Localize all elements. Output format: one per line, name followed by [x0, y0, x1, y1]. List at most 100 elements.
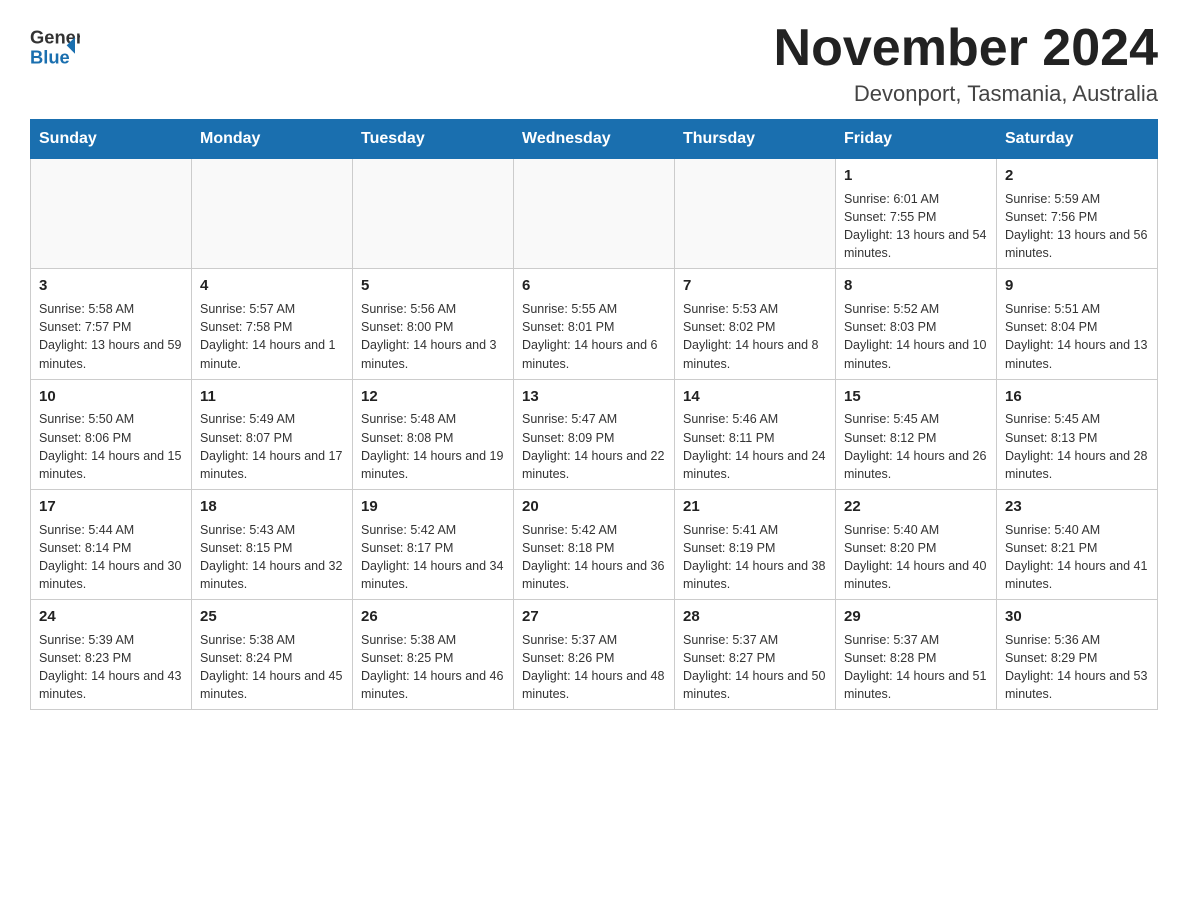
day-number: 12: [361, 386, 505, 408]
calendar-cell: 28Sunrise: 5:37 AMSunset: 8:27 PMDayligh…: [675, 600, 836, 710]
sunset-text: Sunset: 8:28 PM: [844, 649, 988, 667]
sunrise-text: Sunrise: 5:42 AM: [522, 521, 666, 539]
calendar-cell: 30Sunrise: 5:36 AMSunset: 8:29 PMDayligh…: [997, 600, 1158, 710]
sunset-text: Sunset: 8:23 PM: [39, 649, 183, 667]
calendar-cell: 25 Sunrise: 5:38 AMSunset: 8:24 PMDayligh…: [192, 600, 353, 710]
day-number: 25: [200, 606, 344, 628]
day-number: 23: [1005, 496, 1149, 518]
calendar-cell: 29Sunrise: 5:37 AMSunset: 8:28 PMDayligh…: [836, 600, 997, 710]
weekday-header-wednesday: Wednesday: [514, 120, 675, 159]
daylight-text: Daylight: 14 hours and 48 minutes.: [522, 667, 666, 703]
weekday-header-monday: Monday: [192, 120, 353, 159]
day-number: 9: [1005, 275, 1149, 297]
calendar-cell: 1Sunrise: 6:01 AMSunset: 7:55 PMDaylight…: [836, 159, 997, 269]
day-number: 7: [683, 275, 827, 297]
calendar-table: SundayMondayTuesdayWednesdayThursdayFrid…: [30, 119, 1158, 710]
logo-icon: General Blue: [30, 20, 80, 75]
sunrise-text: Sunrise: 5:58 AM: [39, 300, 183, 318]
day-number: 4: [200, 275, 344, 297]
sunrise-text: Sunrise: 5:45 AM: [1005, 410, 1149, 428]
day-number: 28: [683, 606, 827, 628]
daylight-text: Daylight: 14 hours and 34 minutes.: [361, 557, 505, 593]
calendar-cell: 13Sunrise: 5:47 AMSunset: 8:09 PMDayligh…: [514, 379, 675, 489]
day-number: 29: [844, 606, 988, 628]
sunrise-text: Sunrise: 5:47 AM: [522, 410, 666, 428]
day-number: 11: [200, 386, 344, 408]
daylight-text: Daylight: 14 hours and 45 minutes.: [200, 667, 344, 703]
weekday-header-saturday: Saturday: [997, 120, 1158, 159]
daylight-text: Daylight: 14 hours and 22 minutes.: [522, 447, 666, 483]
daylight-text: Daylight: 14 hours and 41 minutes.: [1005, 557, 1149, 593]
day-number: 13: [522, 386, 666, 408]
sunrise-text: Sunrise: 5:40 AM: [844, 521, 988, 539]
calendar-week-row: 3Sunrise: 5:58 AMSunset: 7:57 PMDaylight…: [31, 269, 1158, 379]
daylight-text: Daylight: 14 hours and 1 minute.: [200, 336, 344, 372]
sunset-text: Sunset: 8:29 PM: [1005, 649, 1149, 667]
weekday-header-row: SundayMondayTuesdayWednesdayThursdayFrid…: [31, 120, 1158, 159]
sunrise-text: Sunrise: 5:36 AM: [1005, 631, 1149, 649]
calendar-week-row: 1Sunrise: 6:01 AMSunset: 7:55 PMDaylight…: [31, 159, 1158, 269]
calendar-cell: 15Sunrise: 5:45 AMSunset: 8:12 PMDayligh…: [836, 379, 997, 489]
sunset-text: Sunset: 8:01 PM: [522, 318, 666, 336]
sunrise-text: Sunrise: 5:49 AM: [200, 410, 344, 428]
daylight-text: Daylight: 14 hours and 43 minutes.: [39, 667, 183, 703]
sunrise-text: Sunrise: 5:38 AM: [361, 631, 505, 649]
title-area: November 2024 Devonport, Tasmania, Austr…: [774, 20, 1158, 107]
sunset-text: Sunset: 8:17 PM: [361, 539, 505, 557]
sunrise-text: Sunrise: 5:40 AM: [1005, 521, 1149, 539]
sunset-text: Sunset: 8:26 PM: [522, 649, 666, 667]
calendar-cell: 18Sunrise: 5:43 AMSunset: 8:15 PMDayligh…: [192, 489, 353, 599]
sunset-text: Sunset: 8:13 PM: [1005, 429, 1149, 447]
daylight-text: Daylight: 14 hours and 6 minutes.: [522, 336, 666, 372]
day-number: 27: [522, 606, 666, 628]
day-number: 6: [522, 275, 666, 297]
daylight-text: Daylight: 14 hours and 51 minutes.: [844, 667, 988, 703]
calendar-cell: 3Sunrise: 5:58 AMSunset: 7:57 PMDaylight…: [31, 269, 192, 379]
sunrise-text: Sunrise: 5:55 AM: [522, 300, 666, 318]
weekday-header-thursday: Thursday: [675, 120, 836, 159]
sunrise-text: Sunrise: 5:43 AM: [200, 521, 344, 539]
daylight-text: Daylight: 14 hours and 17 minutes.: [200, 447, 344, 483]
sunrise-text: Sunrise: 5:39 AM: [39, 631, 183, 649]
daylight-text: Daylight: 14 hours and 36 minutes.: [522, 557, 666, 593]
sunrise-text: Sunrise: 5:44 AM: [39, 521, 183, 539]
sunrise-text: Sunrise: 5:53 AM: [683, 300, 827, 318]
calendar-cell: 9Sunrise: 5:51 AMSunset: 8:04 PMDaylight…: [997, 269, 1158, 379]
calendar-week-row: 17Sunrise: 5:44 AMSunset: 8:14 PMDayligh…: [31, 489, 1158, 599]
day-number: 22: [844, 496, 988, 518]
page-header: General Blue November 2024 Devonport, Ta…: [30, 20, 1158, 107]
sunrise-text: Sunrise: 5:38 AM: [200, 631, 344, 649]
calendar-cell: 27Sunrise: 5:37 AMSunset: 8:26 PMDayligh…: [514, 600, 675, 710]
daylight-text: Daylight: 14 hours and 50 minutes.: [683, 667, 827, 703]
calendar-cell: 26Sunrise: 5:38 AMSunset: 8:25 PMDayligh…: [353, 600, 514, 710]
daylight-text: Daylight: 14 hours and 13 minutes.: [1005, 336, 1149, 372]
day-number: 10: [39, 386, 183, 408]
sunset-text: Sunset: 8:12 PM: [844, 429, 988, 447]
daylight-text: Daylight: 14 hours and 30 minutes.: [39, 557, 183, 593]
calendar-cell: 8Sunrise: 5:52 AMSunset: 8:03 PMDaylight…: [836, 269, 997, 379]
svg-text:Blue: Blue: [30, 47, 70, 68]
weekday-header-friday: Friday: [836, 120, 997, 159]
sunset-text: Sunset: 8:11 PM: [683, 429, 827, 447]
calendar-cell: 17Sunrise: 5:44 AMSunset: 8:14 PMDayligh…: [31, 489, 192, 599]
calendar-cell: [31, 159, 192, 269]
sunset-text: Sunset: 8:18 PM: [522, 539, 666, 557]
sunrise-text: Sunrise: 5:48 AM: [361, 410, 505, 428]
sunset-text: Sunset: 8:27 PM: [683, 649, 827, 667]
calendar-cell: [675, 159, 836, 269]
sunrise-text: Sunrise: 5:46 AM: [683, 410, 827, 428]
calendar-cell: 24Sunrise: 5:39 AMSunset: 8:23 PMDayligh…: [31, 600, 192, 710]
sunrise-text: Sunrise: 5:50 AM: [39, 410, 183, 428]
calendar-cell: 2Sunrise: 5:59 AMSunset: 7:56 PMDaylight…: [997, 159, 1158, 269]
calendar-week-row: 10Sunrise: 5:50 AMSunset: 8:06 PMDayligh…: [31, 379, 1158, 489]
day-number: 2: [1005, 165, 1149, 187]
day-number: 26: [361, 606, 505, 628]
sunset-text: Sunset: 8:04 PM: [1005, 318, 1149, 336]
sunset-text: Sunset: 8:24 PM: [200, 649, 344, 667]
sunset-text: Sunset: 8:19 PM: [683, 539, 827, 557]
sunset-text: Sunset: 8:21 PM: [1005, 539, 1149, 557]
daylight-text: Daylight: 13 hours and 59 minutes.: [39, 336, 183, 372]
day-number: 18: [200, 496, 344, 518]
daylight-text: Daylight: 14 hours and 19 minutes.: [361, 447, 505, 483]
daylight-text: Daylight: 14 hours and 53 minutes.: [1005, 667, 1149, 703]
